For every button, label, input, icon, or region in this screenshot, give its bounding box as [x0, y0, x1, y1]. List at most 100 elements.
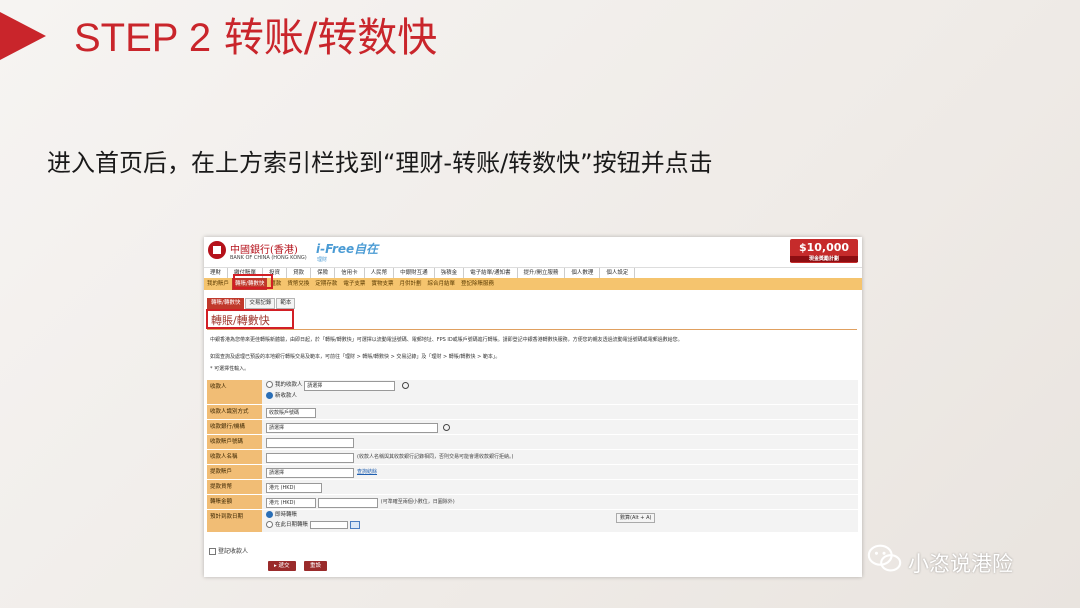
- tab-template[interactable]: 範本: [276, 298, 296, 309]
- subnav-item[interactable]: 綜合月結單: [424, 278, 458, 290]
- save-payee-label: 登記收款人: [218, 548, 249, 555]
- reset-label: 重設: [310, 563, 322, 569]
- bank-select[interactable]: 請選擇: [266, 423, 438, 433]
- currency-label: 提款貨幣: [207, 480, 262, 494]
- payee-label: 收款人: [207, 380, 262, 404]
- date-now-label: 即時轉賬: [275, 512, 298, 518]
- nav-item[interactable]: 提升/開立服務: [518, 268, 566, 278]
- nav-item[interactable]: 個人數理: [565, 268, 601, 278]
- wechat-icon: [867, 544, 902, 572]
- row-from-account: 提款賬戶 請選擇 查詢結餘: [207, 465, 858, 480]
- row-id-type: 收款人識別方式 收款賬戶號碼: [207, 405, 858, 420]
- name-note: (收款人名稱與其收款銀行記錄相同，否則交易可能會遭收款銀行拒納。): [357, 454, 514, 460]
- nav-item[interactable]: 保險: [311, 268, 336, 278]
- transfer-form: 收款人 我的收款人 請選擇 新收款人 收款人識別方式 收款賬戶號碼 收款銀行/機…: [207, 380, 858, 533]
- nav-item[interactable]: 貸款: [287, 268, 312, 278]
- promo-amount: $10,000: [798, 241, 850, 254]
- search-icon[interactable]: [402, 382, 410, 389]
- subnav-item[interactable]: 定期存款: [312, 278, 340, 290]
- row-payee: 收款人 我的收款人 請選擇 新收款人: [207, 380, 858, 405]
- amount-value: 港元 (HKD) (可準確至兩個小數位，日圓除外): [262, 495, 858, 509]
- date-now-radio[interactable]: [266, 511, 273, 518]
- slide-title: STEP 2 转账/转数快: [74, 14, 437, 62]
- save-payee[interactable]: 登記收款人: [209, 546, 248, 555]
- main-nav: 理財 繳付賬單 投資 貸款 保險 信用卡 人民幣 中銀財互通 強積金 電子結單/通知書 提升/開立服…: [204, 267, 862, 278]
- payee-existing-radio[interactable]: [266, 381, 273, 388]
- subnav-item[interactable]: 電子支票: [340, 278, 368, 290]
- id-type-value: 收款賬戶號碼: [262, 405, 858, 419]
- subnav-item[interactable]: 貨幣兌換: [284, 278, 312, 290]
- from-value: 請選擇 查詢結餘: [262, 465, 858, 479]
- payee-new-radio[interactable]: [266, 392, 273, 399]
- slide-subtitle: 进入首页后，在上方索引栏找到“理财-转账/转数快”按钮并点击: [47, 149, 713, 177]
- save-payee-checkbox[interactable]: [209, 548, 216, 555]
- amount-input[interactable]: [317, 498, 378, 508]
- promo-sub: 現金獎勵計劃: [790, 256, 858, 262]
- name-label: 收款人名稱: [207, 450, 262, 464]
- date-later-label: 在此日期轉賬: [275, 522, 309, 528]
- bank-header: 中國銀行(香港) BANK OF CHINA (HONG KONG) i-Fre…: [204, 237, 862, 267]
- name-value: (收款人名稱與其收款銀行記錄相同，否則交易可能會遭收款銀行拒納。): [262, 450, 858, 464]
- bank-value: 請選擇: [262, 420, 858, 434]
- boc-logo-icon: [208, 241, 226, 259]
- amount-label: 轉賬金額: [207, 495, 262, 509]
- bank-screenshot: 中國銀行(香港) BANK OF CHINA (HONG KONG) i-Fre…: [204, 237, 862, 577]
- nav-item[interactable]: 電子結單/通知書: [464, 268, 518, 278]
- balance-link[interactable]: 查詢結餘: [357, 469, 377, 475]
- bank-name-en: BANK OF CHINA (HONG KONG): [230, 255, 307, 261]
- calculator-button[interactable]: 數算(Alt + A): [616, 513, 656, 523]
- bank-label: 收款銀行/機構: [207, 420, 262, 434]
- row-bank: 收款銀行/機構 請選擇: [207, 420, 858, 435]
- name-input[interactable]: [266, 453, 354, 463]
- ifree-logo: i-Free自在: [316, 242, 379, 256]
- nav-item[interactable]: 人民幣: [365, 268, 395, 278]
- page-tabs: 轉賬/轉數快 交易記錄 範本: [207, 298, 296, 309]
- required-note: * 可選擇性輸入。: [210, 366, 250, 372]
- ifree-sub: 理財: [317, 257, 328, 263]
- date-select[interactable]: [309, 521, 348, 529]
- id-type-select[interactable]: 收款賬戶號碼: [266, 408, 316, 418]
- step-arrow: [0, 12, 46, 60]
- info-line-2: 如需查詢及處理已預設的本地銀行轉賬交易及範本，可前往「理財 > 轉賬/轉數快 >…: [210, 354, 501, 360]
- currency-select[interactable]: 港元 (HKD): [266, 483, 322, 493]
- info-line-1: 中銀香港為您帶來更佳轉賬新體驗，由即日起，於「轉賬/轉數快」可選擇以流動電話號碼…: [210, 337, 683, 343]
- subnav-item[interactable]: 我的賬戶: [204, 278, 232, 290]
- account-label: 收款賬戶號碼: [207, 435, 262, 449]
- date-value: 即時轉賬 在此日期轉賬: [262, 510, 858, 532]
- sub-nav: 我的賬戶 轉賬/轉數快 匯款 貨幣兌換 定期存款 電子支票 實物支票 月供計劃 綜合月結單 登記除…: [204, 278, 862, 290]
- submit-button[interactable]: ▸ 遞交: [268, 561, 296, 571]
- currency-value: 港元 (HKD): [262, 480, 858, 494]
- calendar-icon[interactable]: [349, 520, 360, 529]
- row-account: 收款賬戶號碼: [207, 435, 858, 450]
- watermark-text: 小恣说港险: [908, 552, 1013, 576]
- amount-currency-select[interactable]: 港元 (HKD): [266, 498, 316, 508]
- tab-history[interactable]: 交易記錄: [245, 298, 276, 309]
- reset-button[interactable]: 重設: [304, 561, 328, 571]
- subnav-item[interactable]: 月供計劃: [396, 278, 424, 290]
- payee-select[interactable]: 請選擇: [304, 381, 396, 391]
- bank-name-cn: 中國銀行(香港): [230, 245, 298, 256]
- row-name: 收款人名稱 (收款人名稱與其收款銀行記錄相同，否則交易可能會遭收款銀行拒納。): [207, 450, 858, 465]
- payee-value: 我的收款人 請選擇 新收款人: [262, 380, 858, 404]
- from-label: 提款賬戶: [207, 465, 262, 479]
- from-select[interactable]: 請選擇: [266, 468, 354, 478]
- nav-item[interactable]: 強積金: [435, 268, 465, 278]
- payee-new-label: 新收款人: [275, 393, 298, 399]
- amount-note: (可準確至兩個小數位，日圓除外): [380, 499, 455, 505]
- step-label: STEP 2: [74, 16, 212, 60]
- step-title: 转账/转数快: [223, 15, 438, 61]
- subnav-item[interactable]: 實物支票: [368, 278, 396, 290]
- title-divider: [207, 329, 857, 330]
- promo-banner[interactable]: $10,000 現金獎勵計劃: [790, 239, 858, 263]
- date-later-radio[interactable]: [266, 521, 273, 528]
- subnav-item[interactable]: 登記除賬服務: [458, 278, 497, 290]
- account-value: [262, 435, 858, 449]
- tab-transfer[interactable]: 轉賬/轉數快: [207, 298, 245, 309]
- nav-item[interactable]: 理財: [204, 268, 229, 278]
- nav-item[interactable]: 個人設定: [600, 268, 636, 278]
- nav-item[interactable]: 中銀財互通: [394, 268, 435, 278]
- account-input[interactable]: [266, 438, 354, 448]
- nav-item[interactable]: 信用卡: [335, 268, 365, 278]
- highlight-box-title: [206, 309, 294, 329]
- search-icon[interactable]: [443, 424, 450, 431]
